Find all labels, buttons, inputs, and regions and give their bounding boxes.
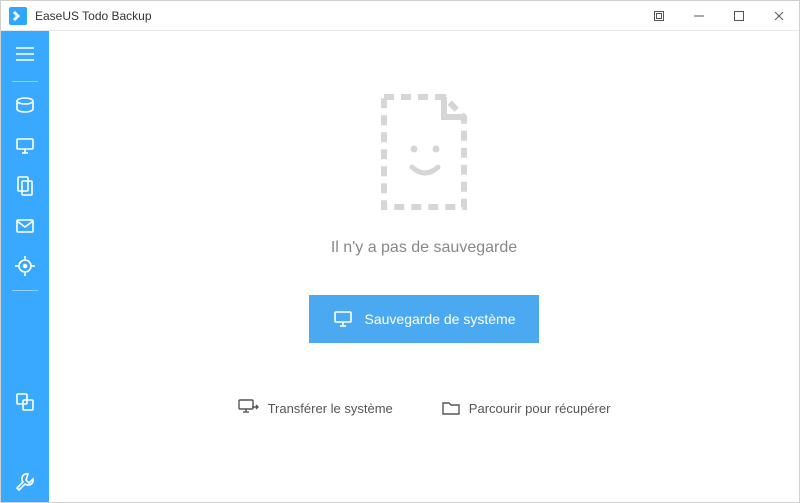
compact-button[interactable] [639, 1, 679, 31]
maximize-button[interactable] [719, 1, 759, 31]
empty-state-text: Il n'y a pas de sauvegarde [331, 239, 517, 257]
sidebar-item-disk-backup[interactable] [1, 86, 49, 126]
system-backup-button[interactable]: Sauvegarde de système [309, 295, 539, 343]
empty-file-icon [369, 87, 479, 217]
browse-label: Parcourir pour récupérer [469, 401, 611, 416]
sidebar-item-file-backup[interactable] [1, 166, 49, 206]
sidebar-item-clone[interactable] [1, 382, 49, 422]
system-icon [15, 137, 35, 155]
sidebar-item-mail-backup[interactable] [1, 206, 49, 246]
minimize-button[interactable] [679, 1, 719, 31]
main-area: Il n'y a pas de sauvegarde Sauvegarde de… [49, 31, 799, 502]
sidebar-item-smart-backup[interactable] [1, 246, 49, 286]
hamburger-icon [15, 47, 35, 61]
sidebar-item-system-backup[interactable] [1, 126, 49, 166]
sidebar [1, 31, 49, 502]
sidebar-item-tools[interactable] [1, 462, 49, 502]
mail-icon [15, 218, 35, 234]
disk-icon [15, 97, 35, 115]
apps-icon [16, 433, 34, 451]
app-logo [9, 7, 27, 25]
target-icon [15, 256, 35, 276]
secondary-actions: Transférer le système Parcourir pour réc… [238, 399, 611, 417]
wrench-icon [15, 472, 35, 492]
sidebar-item-apps[interactable] [1, 422, 49, 462]
transfer-label: Transférer le système [268, 401, 393, 416]
menu-toggle[interactable] [1, 31, 49, 77]
clone-icon [15, 392, 35, 412]
system-backup-label: Sauvegarde de système [365, 311, 516, 327]
folder-icon [441, 400, 461, 416]
separator [12, 81, 38, 82]
close-button[interactable] [759, 1, 799, 31]
file-icon [16, 176, 34, 196]
transfer-icon [238, 399, 260, 417]
separator [12, 290, 38, 291]
transfer-system-link[interactable]: Transférer le système [238, 399, 393, 417]
system-backup-icon [333, 310, 353, 328]
titlebar: EaseUS Todo Backup [1, 1, 799, 31]
browse-recover-link[interactable]: Parcourir pour récupérer [441, 399, 611, 417]
app-title: EaseUS Todo Backup [35, 9, 152, 23]
